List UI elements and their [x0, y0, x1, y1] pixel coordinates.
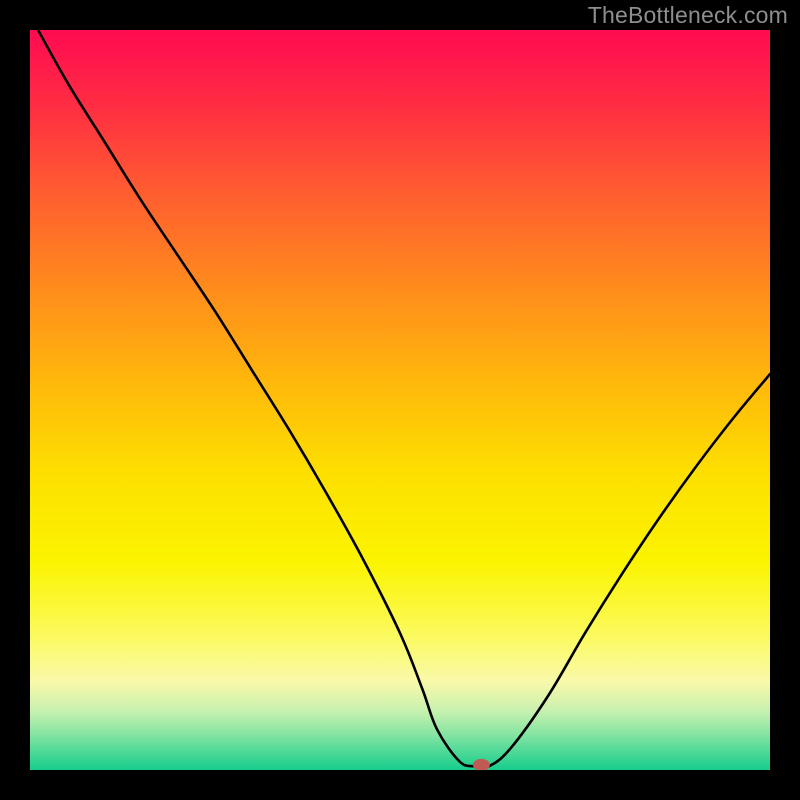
gradient-background [30, 30, 770, 770]
watermark-text: TheBottleneck.com [588, 2, 788, 29]
plot-area [30, 30, 770, 770]
chart-frame: TheBottleneck.com [0, 0, 800, 800]
chart-svg [30, 30, 770, 770]
